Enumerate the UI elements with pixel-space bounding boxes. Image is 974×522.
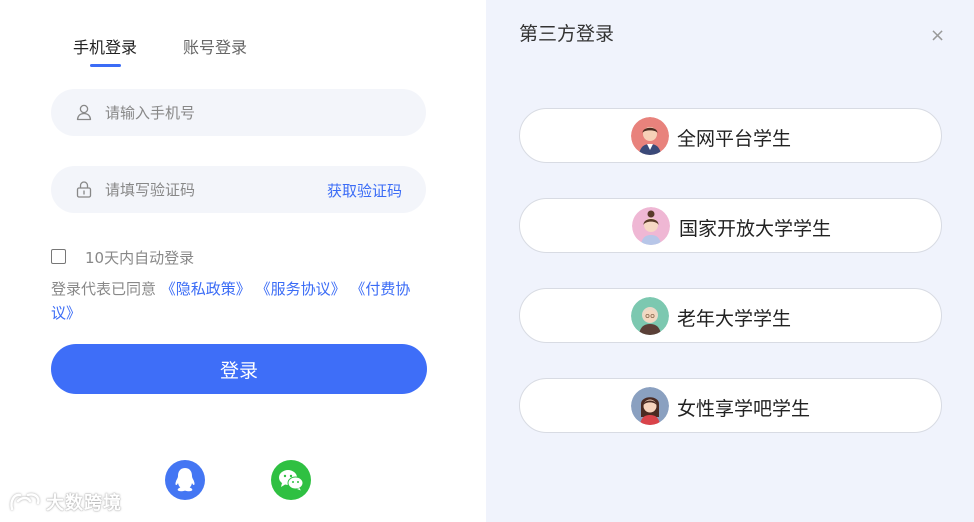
student-avatar <box>631 117 669 155</box>
phone-field[interactable] <box>51 89 426 136</box>
option-label: 女性享学吧学生 <box>677 398 811 420</box>
close-icon[interactable]: × <box>930 27 945 45</box>
remember-login-checkbox[interactable] <box>51 249 66 264</box>
lock-icon <box>76 181 92 198</box>
active-tab-indicator <box>90 64 121 67</box>
privacy-policy-link[interactable]: 《隐私政策》 <box>161 280 251 298</box>
watermark: 大数跨境 <box>8 489 122 515</box>
login-button[interactable]: 登录 <box>51 344 427 394</box>
login-panel: 手机登录 账号登录 获取验证码 10天内自动登录 登录代表已同意 《隐私政策》 … <box>0 0 486 522</box>
option-label: 老年大学学生 <box>677 308 792 330</box>
watermark-logo-icon <box>10 493 40 511</box>
agreement-prefix: 登录代表已同意 <box>51 280 157 298</box>
wechat-login-button[interactable] <box>271 460 311 500</box>
verification-code-input[interactable] <box>105 166 345 213</box>
elder-avatar <box>631 297 669 335</box>
third-party-panel <box>486 0 974 522</box>
code-field[interactable]: 获取验证码 <box>51 166 426 213</box>
user-icon <box>76 104 92 121</box>
wechat-icon <box>279 470 304 491</box>
tab-account-login[interactable]: 账号登录 <box>183 34 247 58</box>
get-code-button[interactable]: 获取验证码 <box>327 180 402 201</box>
option-all-platform-student[interactable]: 全网平台学生 <box>519 108 942 163</box>
qq-login-button[interactable] <box>165 460 205 500</box>
option-open-university-student[interactable]: 国家开放大学学生 <box>519 198 942 253</box>
option-label: 全网平台学生 <box>677 128 792 150</box>
phone-input[interactable] <box>105 89 345 136</box>
option-women-learning-student[interactable]: 女性享学吧学生 <box>519 378 942 433</box>
agreement-text: 登录代表已同意 《隐私政策》 《服务协议》 《付费协议》 <box>51 277 431 325</box>
third-party-title: 第三方登录 <box>519 23 615 45</box>
girl-avatar <box>632 207 670 245</box>
option-senior-university-student[interactable]: 老年大学学生 <box>519 288 942 343</box>
qq-icon <box>175 468 195 492</box>
watermark-text: 大数跨境 <box>46 493 122 514</box>
service-agreement-link[interactable]: 《服务协议》 <box>256 280 346 298</box>
woman-avatar <box>631 387 669 425</box>
remember-login-label: 10天内自动登录 <box>85 249 195 267</box>
option-label: 国家开放大学学生 <box>679 218 832 240</box>
tab-phone-login[interactable]: 手机登录 <box>73 34 137 58</box>
